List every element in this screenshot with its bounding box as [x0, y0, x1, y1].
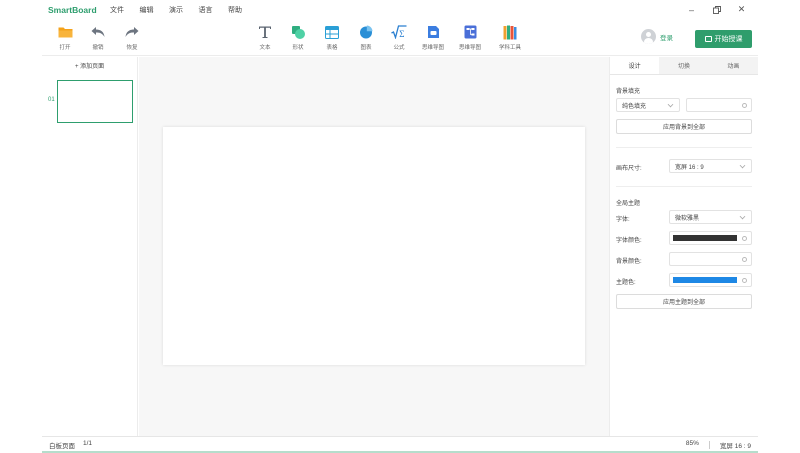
login-link[interactable]: 登录	[660, 32, 673, 42]
color-picker-icon	[742, 103, 747, 108]
text-icon	[257, 24, 273, 40]
canvas-size-label: 画布尺寸:	[616, 166, 642, 172]
properties-tabs: 设计 切换 动画	[610, 57, 758, 75]
redo-icon	[124, 24, 140, 40]
menu-bar: 文件 编辑 演示 语言 帮助	[110, 5, 258, 15]
theme-color-fill	[673, 277, 737, 283]
add-page-button[interactable]: + 添加页面	[75, 61, 104, 70]
theme-background-color-picker[interactable]	[669, 252, 752, 266]
color-picker-icon	[742, 236, 747, 241]
window-controls: – ✕	[685, 3, 748, 16]
color-picker-icon	[742, 257, 747, 262]
page-counter: 1/1	[83, 440, 93, 447]
user-login[interactable]: 登录	[641, 29, 673, 44]
theme-color-picker[interactable]	[669, 273, 752, 287]
zoom-level[interactable]: 85%	[686, 440, 699, 450]
menu-language[interactable]: 语言	[199, 5, 229, 15]
shape-icon	[290, 24, 306, 40]
divider	[616, 147, 752, 148]
background-color-label: 背景颜色:	[616, 259, 642, 265]
flowchart-tool-button[interactable]: 思维导图	[456, 24, 484, 51]
menu-present[interactable]: 演示	[169, 5, 199, 15]
table-icon	[324, 24, 340, 40]
menu-help[interactable]: 帮助	[228, 5, 258, 15]
text-tool-button[interactable]: 文本	[251, 24, 279, 51]
subject-tools-button[interactable]: 学科工具	[496, 24, 524, 51]
undo-button[interactable]: 撤销	[84, 24, 112, 51]
font-color-fill	[673, 235, 737, 241]
font-label: 字体:	[616, 217, 630, 223]
chart-icon	[358, 24, 374, 40]
start-teaching-button[interactable]: 开始授课	[695, 30, 752, 48]
page-type-label: 白板页面	[49, 443, 75, 450]
aspect-ratio[interactable]: 宽屏 16 : 9	[720, 440, 751, 450]
subject-tools-icon	[502, 24, 518, 40]
menu-edit[interactable]: 编辑	[140, 5, 170, 15]
mindmap-tool-button[interactable]: 思维导图	[419, 24, 447, 51]
chevron-down-icon	[739, 213, 746, 220]
chart-tool-button[interactable]: 图表	[352, 24, 380, 51]
color-picker-icon	[742, 278, 747, 283]
undo-icon	[90, 24, 106, 40]
chevron-down-icon	[667, 101, 674, 108]
close-icon[interactable]: ✕	[735, 3, 748, 16]
menu-file[interactable]: 文件	[110, 5, 140, 15]
mindmap-icon	[425, 24, 441, 40]
apply-background-all-button[interactable]: 应用背景到全部	[616, 119, 752, 134]
minimize-icon[interactable]: –	[685, 3, 698, 16]
formula-tool-button[interactable]: Σ 公式	[385, 24, 413, 51]
flowchart-icon	[462, 24, 478, 40]
slide-number: 01	[48, 97, 55, 103]
open-button[interactable]: 打开	[51, 24, 79, 51]
maximize-icon[interactable]	[710, 3, 723, 16]
status-bar: 白板页面 1/1 85% 宽屏 16 : 9	[42, 436, 758, 451]
table-tool-button[interactable]: 表格	[318, 24, 346, 51]
tab-animation[interactable]: 动画	[708, 57, 758, 74]
slide-thumbnail-panel: + 添加页面 01	[42, 57, 138, 436]
divider	[616, 186, 752, 187]
tab-transition[interactable]: 切换	[659, 57, 709, 74]
canvas-area	[139, 57, 609, 436]
divider	[708, 441, 710, 449]
svg-text:Σ: Σ	[399, 29, 404, 39]
screen-icon	[704, 36, 712, 42]
background-fill-title: 背景填充	[616, 89, 641, 95]
avatar	[641, 29, 656, 44]
shape-tool-button[interactable]: 形状	[284, 24, 312, 51]
font-color-picker[interactable]	[669, 231, 752, 245]
slide-thumbnail[interactable]	[57, 80, 133, 123]
apply-theme-all-button[interactable]: 应用主题到全部	[616, 294, 752, 309]
redo-button[interactable]: 恢复	[118, 24, 146, 51]
folder-icon	[57, 24, 73, 40]
chevron-down-icon	[739, 162, 746, 169]
title-bar: SmartBoard 文件 编辑 演示 语言 帮助 – ✕	[42, 0, 758, 20]
tab-design[interactable]: 设计	[610, 57, 660, 74]
app-window: SmartBoard 文件 编辑 演示 语言 帮助 – ✕ 打开 撤销 恢复 文…	[42, 0, 758, 453]
font-select[interactable]: 微软雅黑	[669, 210, 752, 224]
app-logo: SmartBoard	[48, 5, 97, 15]
theme-color-label: 主题色:	[616, 280, 636, 286]
background-color-picker[interactable]	[686, 98, 752, 112]
properties-panel: 设计 切换 动画 背景填充 纯色填充 应用背景到全部 画布尺寸: 宽屏 16 :…	[609, 57, 758, 436]
font-color-label: 字体颜色:	[616, 238, 642, 244]
slide-canvas[interactable]	[163, 127, 585, 365]
canvas-size-select[interactable]: 宽屏 16 : 9	[669, 159, 752, 173]
fill-type-select[interactable]: 纯色填充	[616, 98, 680, 112]
toolbar: 打开 撤销 恢复 文本 形状 表格 图表 Σ 公式 思维导图 思维导图 学科工具…	[42, 20, 758, 56]
formula-icon: Σ	[391, 24, 407, 40]
global-theme-title: 全局主题	[616, 201, 641, 207]
